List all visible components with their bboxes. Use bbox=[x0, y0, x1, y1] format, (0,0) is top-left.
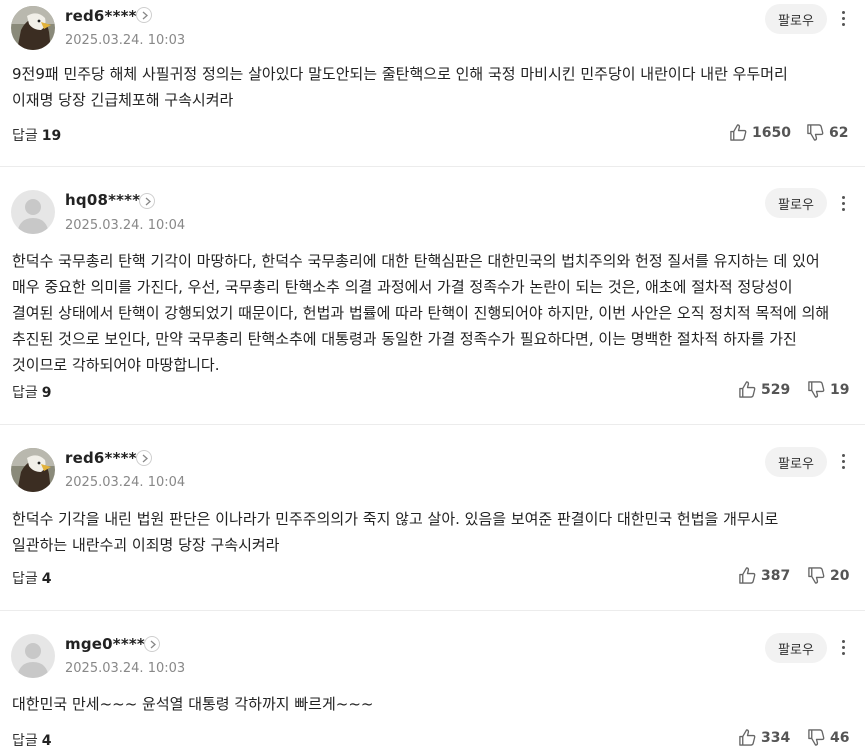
eagle-avatar-image bbox=[11, 448, 55, 492]
chevron-right-icon[interactable] bbox=[139, 193, 155, 209]
follow-button[interactable]: 팔로우 bbox=[765, 4, 827, 34]
dislike-button[interactable]: 20 bbox=[807, 566, 849, 585]
reply-count: 4 bbox=[41, 571, 52, 587]
like-button[interactable]: 387 bbox=[738, 566, 790, 585]
comment-date: 2025.03.24. 10:03 bbox=[65, 661, 186, 676]
thumbs-down-icon bbox=[808, 567, 825, 584]
dislike-button[interactable]: 62 bbox=[806, 123, 848, 142]
nickname[interactable]: hq08**** bbox=[65, 191, 140, 209]
like-count: 1650 bbox=[752, 124, 791, 141]
like-count: 387 bbox=[761, 567, 791, 584]
reply-label: 답글 bbox=[12, 128, 38, 144]
reply-button[interactable]: 답글 9 bbox=[12, 382, 52, 402]
reply-button[interactable]: 답글 4 bbox=[12, 730, 52, 750]
comment-list: red6**** 2025.03.24. 10:03 팔로우 9전9패 민주당 … bbox=[0, 0, 865, 754]
comment-date: 2025.03.24. 10:04 bbox=[65, 218, 186, 233]
dislike-count: 62 bbox=[829, 124, 849, 141]
comment-date: 2025.03.24. 10:03 bbox=[65, 33, 186, 48]
thumbs-down-icon bbox=[807, 124, 824, 141]
chevron-right-icon[interactable] bbox=[136, 450, 152, 466]
nickname[interactable]: mge0**** bbox=[65, 635, 145, 653]
comment-text: 9전9패 민주당 해체 사필귀정 정의는 살아있다 말도안되는 줄탄핵으로 인해… bbox=[12, 65, 788, 109]
dislike-count: 20 bbox=[830, 567, 850, 584]
thumbs-up-icon bbox=[739, 381, 756, 398]
comment-text: 한덕수 국무총리 탄핵 기각이 마땅하다, 한덕수 국무총리에 대한 탄핵심판은… bbox=[12, 252, 830, 374]
divider bbox=[0, 166, 865, 167]
like-button[interactable]: 529 bbox=[738, 380, 790, 399]
comment-item: red6**** 2025.03.24. 10:03 팔로우 9전9패 민주당 … bbox=[0, 0, 865, 166]
thumbs-up-icon bbox=[730, 124, 747, 141]
like-count: 529 bbox=[761, 381, 791, 398]
comment-item: red6**** 2025.03.24. 10:04 팔로우 한덕수 기각을 내… bbox=[0, 442, 865, 610]
nickname[interactable]: red6**** bbox=[65, 449, 137, 467]
reply-label: 답글 bbox=[12, 733, 38, 749]
comment-item: hq08**** 2025.03.24. 10:04 팔로우 한덕수 국무총리 … bbox=[0, 184, 865, 424]
dislike-button[interactable]: 46 bbox=[807, 728, 849, 747]
avatar-default[interactable] bbox=[11, 190, 55, 234]
reply-count: 4 bbox=[41, 733, 52, 749]
comment-text: 한덕수 기각을 내린 법원 판단은 이나라가 민주주의의가 죽지 않고 살아. … bbox=[12, 510, 779, 554]
reply-button[interactable]: 답글 4 bbox=[12, 568, 52, 588]
default-avatar-image bbox=[11, 634, 55, 678]
dislike-button[interactable]: 19 bbox=[807, 380, 849, 399]
dislike-count: 19 bbox=[830, 381, 850, 398]
divider bbox=[0, 424, 865, 425]
dislike-count: 46 bbox=[830, 729, 850, 746]
avatar-default[interactable] bbox=[11, 634, 55, 678]
more-vertical-icon[interactable] bbox=[835, 637, 851, 659]
reply-label: 답글 bbox=[12, 571, 38, 587]
reply-button[interactable]: 답글 19 bbox=[12, 125, 61, 145]
avatar-eagle[interactable] bbox=[11, 6, 55, 50]
thumbs-up-icon bbox=[739, 567, 756, 584]
reply-count: 9 bbox=[41, 385, 52, 401]
reply-label: 답글 bbox=[12, 385, 38, 401]
follow-button[interactable]: 팔로우 bbox=[765, 447, 827, 477]
follow-button[interactable]: 팔로우 bbox=[765, 633, 827, 663]
like-button[interactable]: 1650 bbox=[729, 123, 791, 142]
eagle-avatar-image bbox=[11, 6, 55, 50]
follow-button[interactable]: 팔로우 bbox=[765, 188, 827, 218]
comment-date: 2025.03.24. 10:04 bbox=[65, 475, 186, 490]
thumbs-down-icon bbox=[808, 381, 825, 398]
like-count: 334 bbox=[761, 729, 791, 746]
like-button[interactable]: 334 bbox=[738, 728, 790, 747]
nickname[interactable]: red6**** bbox=[65, 7, 137, 25]
thumbs-down-icon bbox=[808, 729, 825, 746]
more-vertical-icon[interactable] bbox=[835, 8, 851, 30]
comment-text: 대한민국 만세~~~ 윤석열 대통령 각하까지 빠르게~~~ bbox=[12, 695, 374, 713]
chevron-right-icon[interactable] bbox=[144, 636, 160, 652]
thumbs-up-icon bbox=[739, 729, 756, 746]
chevron-right-icon[interactable] bbox=[136, 7, 152, 23]
reply-count: 19 bbox=[41, 128, 62, 144]
more-vertical-icon[interactable] bbox=[835, 451, 851, 473]
more-vertical-icon[interactable] bbox=[835, 193, 851, 215]
divider bbox=[0, 610, 865, 611]
default-avatar-image bbox=[11, 190, 55, 234]
avatar-eagle[interactable] bbox=[11, 448, 55, 492]
comment-item: mge0**** 2025.03.24. 10:03 팔로우 대한민국 만세~~… bbox=[0, 628, 865, 754]
